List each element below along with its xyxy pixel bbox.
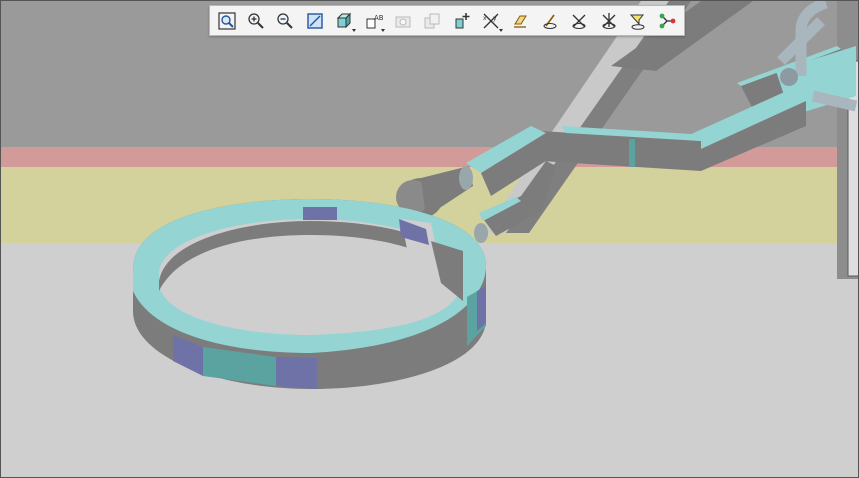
zoom-extents-icon [218, 11, 236, 30]
add-object-button[interactable] [448, 7, 475, 34]
zoom-in-button[interactable] [243, 7, 270, 34]
zoom-out-icon [277, 12, 294, 29]
view-label-button[interactable]: AB [360, 7, 387, 34]
iso-view-button[interactable] [331, 7, 358, 34]
zoom-out-button[interactable] [272, 7, 299, 34]
copy-view-icon [424, 13, 440, 28]
3d-viewport[interactable]: AB xy [0, 0, 859, 478]
show-all-icon [602, 12, 616, 29]
zoom-extents-button[interactable] [213, 7, 240, 34]
zoom-in-icon [248, 12, 264, 29]
iso-view-icon [336, 12, 352, 28]
hide-object-icon [514, 15, 528, 28]
show-object-button[interactable] [536, 7, 563, 34]
pipe-model-scene[interactable] [1, 1, 859, 478]
snapshot-icon [395, 16, 411, 27]
svg-text:AB: AB [374, 14, 383, 22]
snapshot-button[interactable] [389, 7, 416, 34]
xyz-axes-icon: xy [483, 13, 499, 28]
svg-text:y: y [493, 15, 497, 22]
svg-text:x: x [483, 15, 487, 22]
zoom-window-button[interactable] [301, 7, 328, 34]
copy-view-button[interactable] [419, 7, 446, 34]
connect-nodes-button[interactable] [654, 7, 681, 34]
zoom-window-icon [307, 12, 323, 29]
add-object-icon [455, 12, 470, 28]
filter-button[interactable] [624, 7, 651, 34]
show-all-button[interactable] [595, 7, 622, 34]
connect-nodes-icon [659, 13, 676, 28]
view-toolbar: AB xy [209, 5, 685, 36]
hide-all-icon [572, 14, 586, 29]
hide-object-button[interactable] [507, 7, 534, 34]
hide-all-button[interactable] [566, 7, 593, 34]
view-label-icon: AB [366, 14, 383, 28]
xyz-axes-button[interactable]: xy [478, 7, 505, 34]
show-object-icon [543, 14, 557, 29]
filter-icon [629, 14, 645, 30]
